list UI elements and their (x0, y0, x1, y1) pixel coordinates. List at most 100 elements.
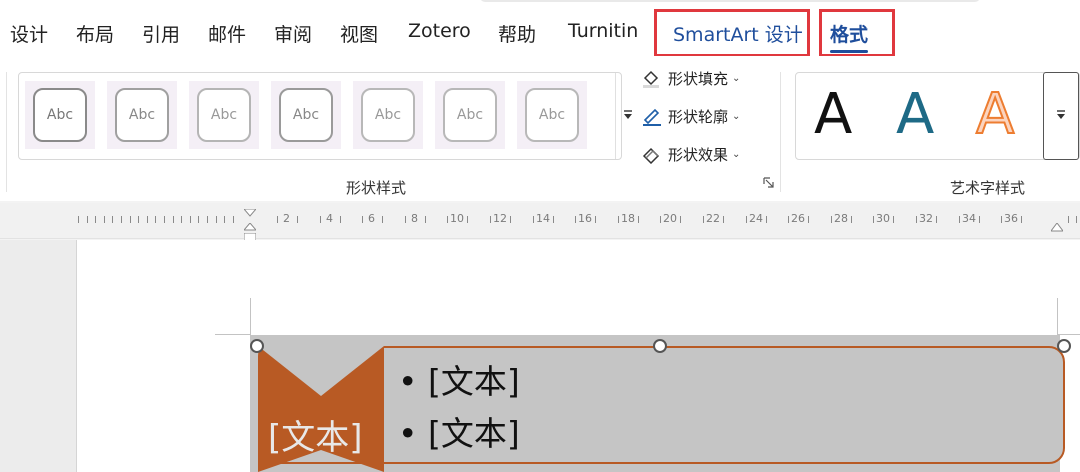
ruler-tick (595, 216, 596, 223)
wordart-sample-black[interactable]: A (814, 79, 852, 151)
ruler-tick (207, 216, 208, 223)
ruler-tick (104, 216, 105, 223)
shape-style-thumb[interactable]: Abc (189, 81, 259, 149)
highlight-box-smartart-design (654, 9, 810, 57)
resize-handle[interactable] (1057, 339, 1071, 353)
ruler-tick (224, 216, 225, 223)
group-divider (780, 72, 781, 192)
ruler-tick (916, 216, 917, 223)
ruler-tick (95, 216, 96, 223)
smartart-bullet-item[interactable]: • [文本] (398, 407, 520, 455)
wordart-sample-orange-outline[interactable]: A (975, 79, 1015, 151)
ruler-tick (198, 216, 199, 223)
group-divider (6, 72, 7, 192)
horizontal-ruler[interactable]: 2 4 6 8 10 12 14 16 18 20 22 24 26 28 30 32 34 36 (0, 203, 1080, 242)
shape-style-thumb[interactable]: Abc (353, 81, 423, 149)
ruler-tick (788, 216, 789, 223)
wordart-styles-gallery: A A A (795, 72, 1080, 160)
ruler-tick (533, 216, 534, 223)
chevron-down-icon: ⌄ (732, 72, 741, 84)
left-indent-marker[interactable] (243, 228, 257, 242)
ruler-tick (181, 216, 182, 223)
right-indent-marker[interactable] (1050, 220, 1064, 232)
ruler-tick (173, 216, 174, 223)
smartart-chevron-text[interactable]: [文本] (268, 410, 363, 459)
chevron-down-icon: ⌄ (732, 110, 741, 122)
ruler-tick (78, 216, 79, 223)
gallery-more-button[interactable] (616, 73, 640, 159)
highlight-box-format (819, 9, 895, 57)
shape-styles-gallery: Abc Abc Abc Abc Abc Abc Abc (18, 72, 632, 160)
ruler-number: 34 (962, 212, 976, 225)
ruler-tick (1001, 216, 1002, 223)
first-line-indent-marker[interactable] (242, 204, 258, 217)
tab-help[interactable]: 帮助 (498, 20, 536, 47)
tab-view[interactable]: 视图 (340, 20, 378, 47)
tab-layout[interactable]: 布局 (76, 20, 114, 47)
expand-more-icon (1056, 109, 1066, 124)
dialog-launcher-icon[interactable] (763, 177, 774, 191)
shape-outline-button[interactable]: 形状轮廓 ⌄ (640, 104, 740, 128)
tab-references[interactable]: 引用 (142, 20, 180, 47)
ruler-number: 30 (876, 212, 890, 225)
ruler-tick (1021, 216, 1022, 223)
ruler-tick (808, 216, 809, 223)
ruler-tick (638, 216, 639, 223)
ruler-number: 12 (493, 212, 507, 225)
ruler-number: 4 (326, 212, 333, 225)
margin-crop-mark (1057, 298, 1058, 336)
shape-style-sample: Abc (361, 88, 415, 142)
shape-style-thumb[interactable]: Abc (271, 81, 341, 149)
ruler-number: 32 (919, 212, 933, 225)
ruler-number: 10 (450, 212, 464, 225)
ruler-tick (233, 216, 234, 223)
ruler-number: 24 (749, 212, 763, 225)
ruler-number: 8 (411, 212, 418, 225)
ruler-tick (138, 216, 139, 223)
ruler-tick (382, 216, 383, 223)
ruler-tick (1076, 216, 1077, 223)
wordart-styles-group-label: 艺术字样式 (950, 179, 1026, 197)
ruler-tick (467, 216, 468, 223)
ruler-tick (873, 216, 874, 223)
ruler-tick (425, 216, 426, 223)
ribbon-panel: Abc Abc Abc Abc Abc Abc Abc 形状填充 ⌄ 形状轮廓 … (0, 56, 1080, 201)
shape-styles-group-label: 形状样式 (346, 179, 407, 197)
shape-style-sample: Abc (33, 88, 87, 142)
shape-style-thumb[interactable]: Abc (435, 81, 505, 149)
shape-style-thumb[interactable]: Abc (25, 81, 95, 149)
smartart-bullet-item[interactable]: • [文本] (398, 355, 520, 403)
shape-effects-button[interactable]: 形状效果 ⌄ (640, 142, 740, 166)
ruler-tick (490, 216, 491, 223)
ruler-tick (766, 216, 767, 223)
ruler-tick (723, 216, 724, 223)
shape-style-sample: Abc (197, 88, 251, 142)
shape-fill-label: 形状填充 (668, 69, 729, 88)
ruler-tick (87, 216, 88, 223)
ruler-number: 20 (663, 212, 677, 225)
shape-style-thumb[interactable]: Abc (517, 81, 587, 149)
resize-handle[interactable] (250, 339, 264, 353)
ruler-tick (216, 216, 217, 223)
ruler-tick (340, 216, 341, 223)
wordart-more-button[interactable] (1043, 72, 1079, 160)
tab-mailings[interactable]: 邮件 (208, 20, 246, 47)
shape-effects-icon (640, 143, 662, 165)
title-bar-search-edge (480, 0, 980, 2)
shape-style-thumb[interactable]: Abc (107, 81, 177, 149)
expand-more-icon (623, 109, 633, 124)
wordart-sample-blue[interactable]: A (896, 79, 934, 151)
ruler-number: 26 (791, 212, 805, 225)
hanging-indent-marker[interactable] (242, 218, 258, 231)
ruler-tick (362, 216, 363, 223)
tab-review[interactable]: 审阅 (274, 20, 312, 47)
ruler-tick (164, 216, 165, 223)
shape-style-sample: Abc (279, 88, 333, 142)
tab-design[interactable]: 设计 (10, 20, 48, 47)
tab-turnitin[interactable]: Turnitin (568, 20, 638, 42)
ruler-tick (660, 216, 661, 223)
shape-fill-button[interactable]: 形状填充 ⌄ (640, 66, 740, 90)
margin-crop-mark (250, 298, 251, 336)
resize-handle[interactable] (653, 339, 667, 353)
tab-zotero[interactable]: Zotero (408, 20, 471, 42)
